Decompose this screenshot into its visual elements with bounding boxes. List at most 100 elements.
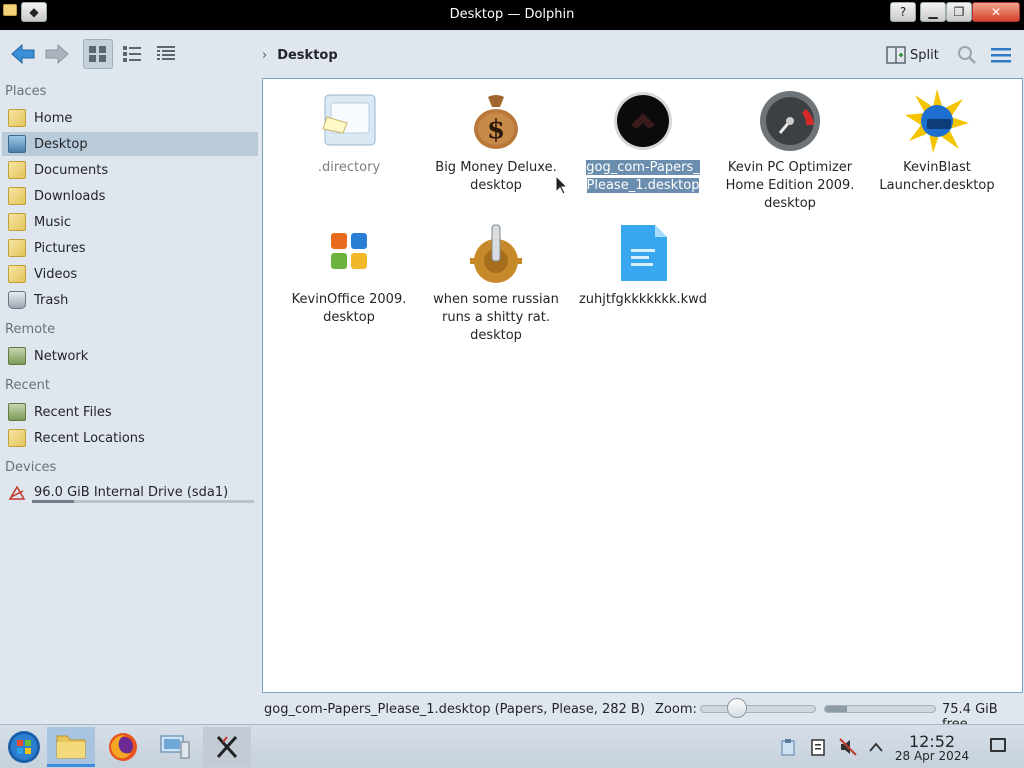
zoom-label: Zoom: bbox=[655, 702, 697, 717]
sidebar-item-label: Pictures bbox=[34, 240, 86, 256]
zoom-slider-handle[interactable] bbox=[726, 698, 747, 718]
icons-view-button[interactable] bbox=[83, 39, 113, 69]
split-button[interactable]: Split bbox=[886, 43, 939, 67]
file-name: when some russian runs a shitty rat. des… bbox=[433, 292, 559, 343]
search-button[interactable] bbox=[955, 43, 979, 67]
svg-text:$: $ bbox=[487, 115, 505, 145]
section-title-places: Places bbox=[5, 84, 47, 99]
trash-icon bbox=[8, 291, 26, 309]
sidebar-item-music[interactable]: Music bbox=[2, 210, 258, 234]
chevron-up-icon bbox=[869, 742, 883, 752]
split-label: Split bbox=[910, 47, 939, 63]
sidebar-item-label: Videos bbox=[34, 266, 78, 282]
music-folder-icon bbox=[8, 213, 26, 231]
file-name: zuhjtfgkkkkkkk.kwd bbox=[578, 292, 708, 307]
sidebar-item-recent-files[interactable]: Recent Files bbox=[2, 400, 258, 424]
sidebar-item-network[interactable]: Network bbox=[2, 344, 258, 368]
sidebar-item-label: Network bbox=[34, 348, 89, 364]
taskbar-file-manager[interactable] bbox=[47, 727, 95, 767]
sidebar-item-label: Desktop bbox=[34, 136, 88, 152]
videos-folder-icon bbox=[8, 265, 26, 283]
sidebar-item-trash[interactable]: Trash bbox=[2, 288, 258, 312]
breadcrumb-desktop[interactable]: Desktop bbox=[277, 48, 337, 63]
system-monitor-icon bbox=[160, 735, 190, 759]
tray-notes[interactable] bbox=[808, 737, 828, 757]
sidebar-item-documents[interactable]: Documents bbox=[2, 158, 258, 182]
icons-view-icon bbox=[89, 46, 106, 62]
file-item-big-money-deluxe[interactable]: $ Big Money Deluxe. desktop bbox=[426, 89, 566, 195]
file-item-kevin-pc-optimizer[interactable]: Kevin PC Optimizer Home Edition 2009. de… bbox=[720, 89, 860, 213]
recent-files-icon bbox=[8, 403, 26, 421]
home-folder-icon bbox=[8, 109, 26, 127]
sidebar-item-label: Recent Locations bbox=[34, 430, 145, 446]
taskbar: 12:52 28 Apr 2024 bbox=[0, 724, 1024, 768]
taskbar-system-monitor[interactable] bbox=[151, 727, 199, 767]
tray-expand[interactable] bbox=[866, 737, 886, 757]
volume-muted-icon bbox=[839, 738, 857, 756]
window-title: Desktop — Dolphin bbox=[449, 7, 575, 22]
zoom-slider[interactable] bbox=[700, 705, 816, 713]
notes-icon bbox=[811, 739, 825, 756]
section-title-devices: Devices bbox=[5, 460, 57, 475]
status-bar: gog_com-Papers_Please_1.desktop (Papers,… bbox=[0, 694, 1024, 732]
sidebar-item-home[interactable]: Home bbox=[2, 106, 258, 130]
file-item-directory[interactable]: .directory bbox=[279, 89, 419, 177]
sidebar-item-label: Downloads bbox=[34, 188, 106, 204]
recent-locations-icon bbox=[8, 429, 26, 447]
places-panel: Places Home Desktop Documents Downloads … bbox=[0, 78, 262, 718]
file-item-papers-please[interactable]: gog_com-Papers_ Please_1.desktop bbox=[573, 89, 713, 195]
close-button[interactable]: ✕ bbox=[972, 2, 1020, 22]
gear-icon bbox=[464, 221, 528, 285]
tray-clipboard[interactable] bbox=[778, 737, 798, 757]
hard-drive-icon bbox=[8, 485, 26, 500]
status-text: gog_com-Papers_Please_1.desktop (Papers,… bbox=[264, 702, 645, 717]
clock-date[interactable]: 28 Apr 2024 bbox=[892, 749, 972, 763]
help-button[interactable]: ? bbox=[890, 2, 916, 22]
sidebar-item-videos[interactable]: Videos bbox=[2, 262, 258, 286]
sidebar-item-desktop[interactable]: Desktop bbox=[2, 132, 258, 156]
file-name: KevinBlast Launcher.desktop bbox=[879, 160, 995, 193]
file-name: KevinOffice 2009. desktop bbox=[291, 292, 407, 325]
money-bag-icon: $ bbox=[464, 89, 528, 153]
section-title-remote: Remote bbox=[5, 322, 56, 337]
sidebar-item-downloads[interactable]: Downloads bbox=[2, 184, 258, 208]
start-orb-icon bbox=[8, 731, 40, 763]
start-button[interactable] bbox=[0, 727, 48, 767]
mouse-cursor-icon bbox=[555, 175, 569, 195]
sidebar-item-label: Documents bbox=[34, 162, 109, 178]
drive-usage-fill bbox=[32, 500, 75, 503]
pictures-folder-icon bbox=[8, 239, 26, 257]
forward-button[interactable] bbox=[42, 39, 72, 69]
maximize-button[interactable]: ❐ bbox=[946, 2, 972, 22]
file-item-russian-rat[interactable]: when some russian runs a shitty rat. des… bbox=[426, 221, 566, 345]
downloads-folder-icon bbox=[8, 187, 26, 205]
firefox-icon bbox=[109, 733, 137, 761]
hamburger-menu-button[interactable] bbox=[989, 43, 1013, 67]
show-desktop-button[interactable] bbox=[990, 738, 1006, 752]
details-view-button[interactable] bbox=[151, 39, 181, 69]
directory-config-icon bbox=[317, 89, 381, 153]
file-item-zuhjtfg-kwd[interactable]: zuhjtfgkkkkkkk.kwd bbox=[573, 221, 713, 309]
file-view[interactable]: .directory $ Big Money Deluxe. desktop g… bbox=[262, 78, 1023, 693]
back-button[interactable] bbox=[8, 39, 38, 69]
compact-view-button[interactable] bbox=[117, 39, 147, 69]
clipboard-icon bbox=[781, 739, 795, 756]
minimize-button[interactable]: ▁ bbox=[920, 2, 946, 22]
sidebar-item-recent-locations[interactable]: Recent Locations bbox=[2, 426, 258, 450]
sidebar-item-label: Trash bbox=[34, 292, 69, 308]
chevron-right-icon[interactable]: › bbox=[262, 48, 267, 63]
arrow-right-icon bbox=[45, 43, 69, 65]
sidebar-item-pictures[interactable]: Pictures bbox=[2, 236, 258, 260]
sidebar-item-label: Home bbox=[34, 110, 73, 126]
papers-please-icon bbox=[611, 89, 675, 153]
file-item-kevinblast-launcher[interactable]: KevinBlast Launcher.desktop bbox=[867, 89, 1007, 195]
taskbar-firefox[interactable] bbox=[99, 727, 147, 767]
tray-volume[interactable] bbox=[838, 737, 858, 757]
desktop-icon bbox=[8, 135, 26, 153]
toolbar: › Desktop Split bbox=[0, 30, 1024, 78]
file-item-kevinoffice[interactable]: KevinOffice 2009. desktop bbox=[279, 221, 419, 327]
file-name: Big Money Deluxe. desktop bbox=[435, 160, 557, 193]
details-view-icon bbox=[157, 46, 175, 60]
taskbar-x-app[interactable] bbox=[203, 727, 251, 767]
arrow-left-icon bbox=[11, 43, 35, 65]
